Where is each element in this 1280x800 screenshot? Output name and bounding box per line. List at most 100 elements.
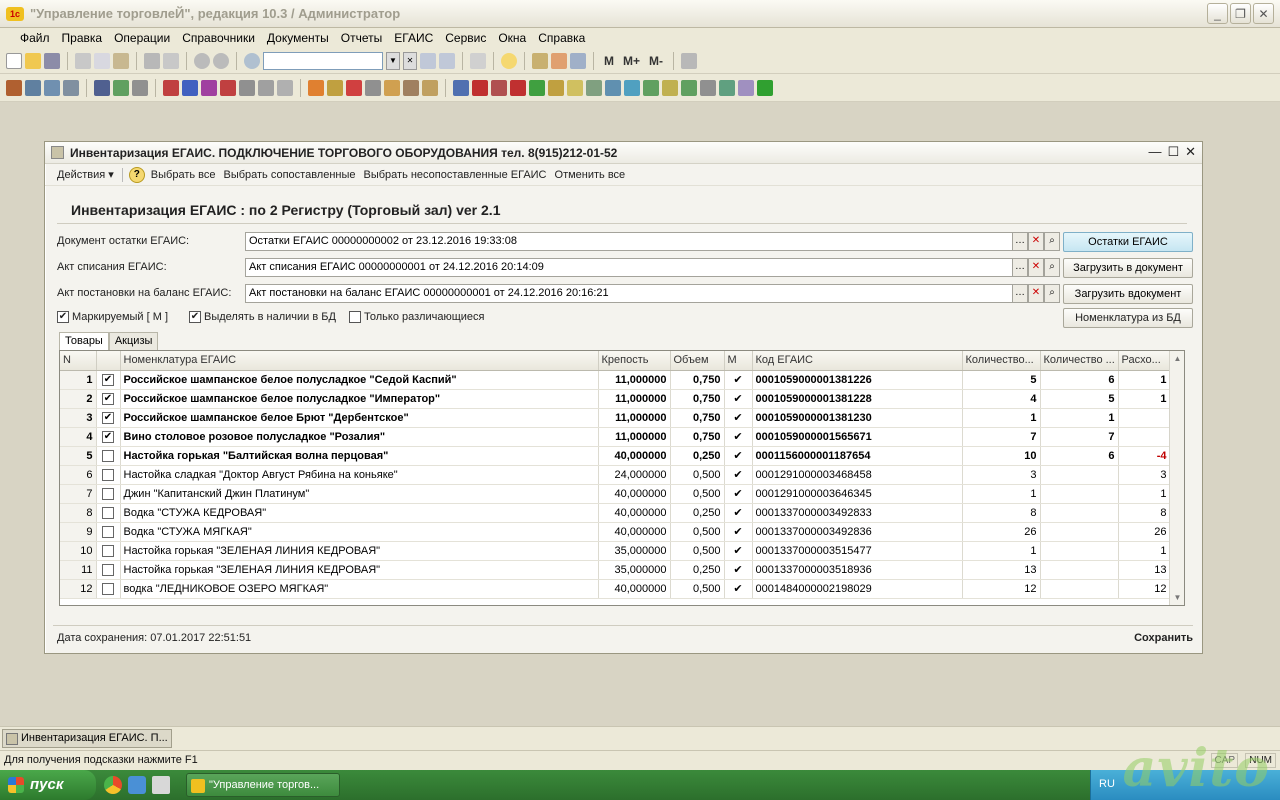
doc-gear-icon[interactable] [738, 79, 754, 96]
row-volume[interactable]: 0,500 [670, 522, 725, 542]
row-marked[interactable]: ✔ [724, 370, 753, 390]
table-row[interactable]: 6 Настойка сладкая "Доктор Август Рябина … [60, 465, 1171, 485]
row-checkbox[interactable] [96, 484, 121, 504]
checkbox-checked-icon[interactable]: ✔ [102, 430, 114, 443]
row-checkbox[interactable] [96, 579, 121, 599]
minimize-icon[interactable]: — [1148, 144, 1161, 160]
row-diff[interactable]: 8 [1118, 503, 1171, 523]
row-nomenclature[interactable]: Российское шампанское белое полусладкое … [120, 370, 599, 390]
row-volume[interactable]: 0,500 [670, 484, 725, 504]
stack-icon[interactable] [548, 79, 564, 96]
row-strength[interactable]: 11,000000 [598, 370, 671, 390]
row-marked[interactable]: ✔ [724, 541, 753, 561]
row-egais-code[interactable]: 0001291000003468458 [752, 465, 963, 485]
row-checkbox[interactable] [96, 503, 121, 523]
doc-sync-icon[interactable] [624, 79, 640, 96]
open-magnifier-icon[interactable]: ⌕ [1044, 258, 1060, 277]
windows-icon[interactable] [470, 52, 486, 69]
doc-check-icon[interactable] [586, 79, 602, 96]
row-volume[interactable]: 0,750 [670, 370, 725, 390]
row-egais-code[interactable]: 0001059000001381228 [752, 389, 963, 409]
row-egais-code[interactable]: 0001059000001381226 [752, 370, 963, 390]
row-egais-code[interactable]: 0001337000003492833 [752, 503, 963, 523]
money-icon[interactable] [327, 79, 343, 96]
select-unmatched-button[interactable]: Выбрать несопоставленные ЕГАИС [360, 169, 551, 181]
tab-excise[interactable]: Акцизы [108, 332, 159, 350]
row-strength[interactable]: 24,000000 [598, 465, 671, 485]
transfer-icon[interactable] [453, 79, 469, 96]
row-qty-2[interactable]: 6 [1040, 446, 1119, 466]
row-nomenclature[interactable]: Российское шампанское белое Брют "Дербен… [120, 408, 599, 428]
restore-button[interactable]: ❐ [1230, 3, 1251, 24]
row-checkbox[interactable] [96, 465, 121, 485]
cut-icon[interactable] [75, 52, 91, 69]
col-qty-1[interactable]: Количество... [962, 351, 1041, 371]
table-icon[interactable] [113, 79, 129, 96]
scroll-up-icon[interactable]: ▲ [1170, 351, 1184, 366]
coins-icon[interactable] [422, 79, 438, 96]
row-checkbox[interactable] [96, 560, 121, 580]
row-number[interactable]: 3 [60, 408, 97, 428]
table-row[interactable]: 5 Настойка горькая "Балтийская волна перц… [60, 446, 1171, 466]
doc-search-icon[interactable] [605, 79, 621, 96]
row-number[interactable]: 9 [60, 522, 97, 542]
close-button[interactable]: ✕ [1253, 3, 1274, 24]
doc-blue-icon[interactable] [182, 79, 198, 96]
row-qty-2[interactable]: 5 [1040, 389, 1119, 409]
row-qty-2[interactable] [1040, 522, 1119, 542]
checkbox-empty-icon[interactable] [102, 468, 114, 481]
file-icon[interactable] [152, 776, 170, 794]
row-checkbox[interactable] [96, 446, 121, 466]
doc-green2-icon[interactable] [681, 79, 697, 96]
row-nomenclature[interactable]: Водка "СТУЖА КЕДРОВАЯ" [120, 503, 599, 523]
open-magnifier-icon[interactable]: ⌕ [1044, 232, 1060, 251]
menu-documents[interactable]: Документы [261, 31, 335, 45]
row-nomenclature[interactable]: Водка "СТУЖА МЯГКАЯ" [120, 522, 599, 542]
undo-icon[interactable] [194, 52, 210, 69]
table-row[interactable]: 11 Настойка горькая "ЗЕЛЕНАЯ ЛИНИЯ КЕДРОВ… [60, 560, 1171, 580]
menu-egais[interactable]: ЕГАИС [388, 31, 439, 45]
open-magnifier-icon[interactable]: ⌕ [1044, 284, 1060, 303]
pen-icon[interactable] [365, 79, 381, 96]
row-qty-1[interactable]: 1 [962, 408, 1041, 428]
vertical-scrollbar[interactable]: ▲ ▼ [1169, 351, 1184, 605]
row-number[interactable]: 12 [60, 579, 97, 599]
row-diff[interactable]: -4 [1118, 446, 1171, 466]
highlight-db-checkbox[interactable]: ✔ Выделять в наличии в БД [189, 311, 336, 323]
row-marked[interactable]: ✔ [724, 465, 753, 485]
row-egais-code[interactable]: 0001484000002198029 [752, 579, 963, 599]
save-button[interactable]: Сохранить [1134, 632, 1193, 644]
table-row[interactable]: 1 ✔ Российское шампанское белое полусладко… [60, 370, 1171, 390]
doc-remainders-field[interactable]: Остатки ЕГАИС 00000000002 от 23.12.2016 … [245, 232, 1013, 251]
menu-service[interactable]: Сервис [439, 31, 492, 45]
row-volume[interactable]: 0,250 [670, 503, 725, 523]
row-marked[interactable]: ✔ [724, 503, 753, 523]
printer-stack-icon[interactable] [44, 79, 60, 96]
search-dropdown-icon[interactable]: ▼ [386, 51, 400, 70]
row-nomenclature[interactable]: Настойка сладкая "Доктор Август Рябина н… [120, 465, 599, 485]
row-checkbox[interactable]: ✔ [96, 389, 121, 409]
checkbox-empty-icon[interactable] [102, 563, 114, 576]
checkbox-checked-icon[interactable]: ✔ [102, 392, 114, 405]
row-marked[interactable]: ✔ [724, 446, 753, 466]
doc-list-icon[interactable] [491, 79, 507, 96]
row-diff[interactable]: 1 [1118, 389, 1171, 409]
box-icon[interactable] [384, 79, 400, 96]
col-qty-2[interactable]: Количество ... [1040, 351, 1119, 371]
red-doc-icon[interactable] [346, 79, 362, 96]
row-qty-1[interactable]: 5 [962, 370, 1041, 390]
marked-checkbox[interactable]: ✔ Маркируемый [ М ] [57, 311, 168, 323]
copy-icon[interactable] [94, 52, 110, 69]
row-marked[interactable]: ✔ [724, 389, 753, 409]
row-egais-code[interactable]: 0001337000003515477 [752, 541, 963, 561]
row-strength[interactable]: 40,000000 [598, 484, 671, 504]
balance-act-field[interactable]: Акт постановки на баланс ЕГАИС 000000000… [245, 284, 1013, 303]
row-qty-2[interactable]: 1 [1040, 408, 1119, 428]
row-marked[interactable]: ✔ [724, 522, 753, 542]
row-nomenclature[interactable]: Настойка горькая "ЗЕЛЕНАЯ ЛИНИЯ КЕДРОВАЯ… [120, 560, 599, 580]
nomenclature-from-db-button[interactable]: Номенклатура из БД [1063, 308, 1193, 328]
checkbox-checked-icon[interactable]: ✔ [102, 373, 114, 386]
open-folder-icon[interactable] [25, 52, 41, 69]
table-row[interactable]: 12 водка "ЛЕДНИКОВОЕ ОЗЕРО МЯГКАЯ" 40,0000… [60, 579, 1171, 599]
row-qty-2[interactable] [1040, 503, 1119, 523]
